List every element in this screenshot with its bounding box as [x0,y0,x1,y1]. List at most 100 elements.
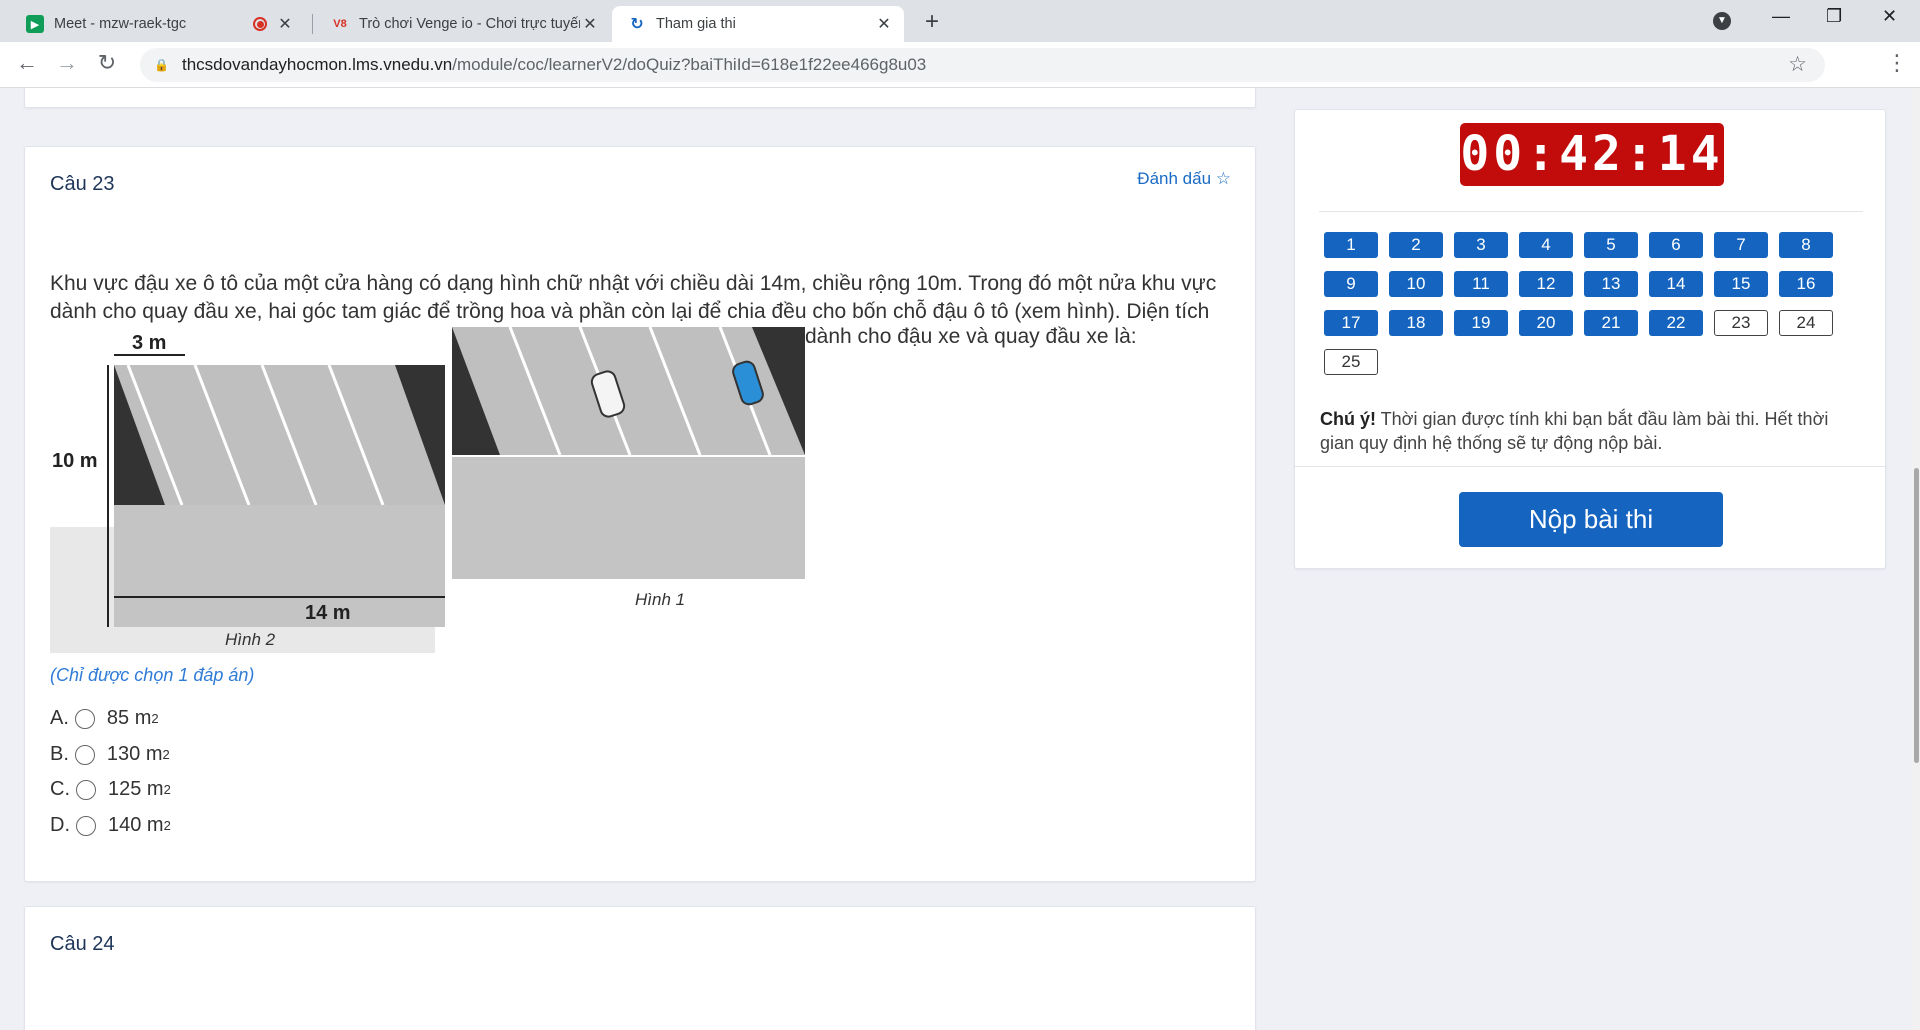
minimize-icon[interactable]: — [1772,6,1790,27]
exam-sidebar: 00:42:14 1 2 3 4 5 6 7 8 9 10 11 12 13 14 15 16 17 18 19 20… [1294,109,1887,569]
notice-label: Chú ý! [1320,409,1376,429]
browser-menu-icon[interactable]: ⋮ [1886,50,1908,76]
question-nav-button[interactable]: 23 [1714,310,1768,336]
question-text-part-1: Khu vực đậu xe ô tô của một cửa hàng có … [50,272,1217,323]
option-a[interactable]: A. 85 m2 [50,707,159,730]
question-nav-button[interactable]: 16 [1779,271,1833,297]
back-icon[interactable]: ← [12,50,42,76]
close-icon[interactable]: ✕ [874,14,894,34]
question-nav-button[interactable]: 21 [1584,310,1638,336]
figure-caption-2: Hình 2 [225,630,276,649]
question-text-part-2: dành cho đậu xe và quay đầu xe là: [805,325,1137,348]
question-nav-button[interactable]: 10 [1389,271,1443,297]
question-nav-button[interactable]: 20 [1519,310,1573,336]
scrollbar-thumb[interactable] [1914,468,1919,763]
question-nav-button[interactable]: 25 [1324,349,1378,375]
countdown-timer: 00:42:14 [1460,123,1724,186]
option-letter: D. [50,814,70,836]
submit-exam-button[interactable]: Nộp bài thi [1459,492,1723,547]
question-nav-button[interactable]: 17 [1324,310,1378,336]
option-value: 125 m [108,778,164,800]
tab-title: Tham gia thi [656,16,736,32]
previous-question-card [24,88,1256,108]
forward-icon[interactable]: → [52,50,82,76]
answer-hint: (Chỉ được chọn 1 đáp án) [50,665,255,685]
tab-title: Meet - mzw-raek-tgc [54,16,187,32]
divider [1319,211,1863,212]
question-nav-button[interactable]: 9 [1324,271,1378,297]
question-card: Câu 23 Đánh dấu ☆ Khu vực đậu xe ô tô củ… [24,146,1256,882]
option-c[interactable]: C. 125 m2 [50,778,171,801]
question-nav-button[interactable]: 8 [1779,232,1833,258]
question-nav-button[interactable]: 3 [1454,232,1508,258]
new-tab-button[interactable]: + [925,8,939,36]
question-nav-button[interactable]: 7 [1714,232,1768,258]
question-card: Câu 24 [24,906,1256,1030]
option-letter: B. [50,743,69,765]
question-title: Câu 23 [50,173,115,195]
tab-bar: ▶ Meet - mzw-raek-tgc ✕ V8 Trò chơi Veng… [0,0,1920,42]
question-text: Khu vực đậu xe ô tô của một cửa hàng có … [50,270,1230,326]
notice-text: Thời gian được tính khi bạn bắt đầu làm … [1320,409,1829,453]
address-bar[interactable]: 🔒 thcsdovandayhocmon.lms.vnedu.vn/module… [140,48,1825,82]
question-nav-button[interactable]: 1 [1324,232,1378,258]
question-nav-button[interactable]: 14 [1649,271,1703,297]
figure-label-height: 10 m [52,450,98,472]
option-exponent: 2 [163,782,171,797]
vnedu-icon: ↻ [630,16,644,33]
tab-meet[interactable]: ▶ Meet - mzw-raek-tgc ✕ [10,6,305,42]
recording-icon [253,17,267,31]
time-notice: Chú ý! Thời gian được tính khi bạn bắt đ… [1320,407,1860,455]
url-path: /module/coc/learnerV2/doQuiz?baiThiId=61… [452,55,927,74]
tab-title: Trò chơi Venge io - Chơi trực tuyến [359,16,580,32]
meet-icon: ▶ [26,15,44,33]
lock-icon: 🔒 [154,58,169,72]
url-host: thcsdovandayhocmon.lms.vnedu.vn [182,55,453,74]
option-exponent: 2 [163,818,171,833]
option-exponent: 2 [162,747,170,762]
option-value: 140 m [108,814,164,836]
question-nav-button[interactable]: 24 [1779,310,1833,336]
option-b-radio[interactable] [74,744,95,765]
bookmark-star-icon[interactable]: ☆ [1788,52,1807,77]
window-close-icon[interactable]: ✕ [1882,6,1897,27]
question-title: Câu 24 [50,933,115,955]
question-nav-button[interactable]: 6 [1649,232,1703,258]
option-d[interactable]: D. 140 m2 [50,814,171,837]
reload-icon[interactable]: ↻ [92,50,122,76]
question-nav-button[interactable]: 2 [1389,232,1443,258]
downloads-icon[interactable]: ▼ [1713,12,1731,30]
question-nav-button[interactable]: 18 [1389,310,1443,336]
option-letter: C. [50,778,70,800]
option-value: 130 m [106,743,163,765]
parking-figure: 3 m 10 m 14 m Hình 2 Hình 1 [50,327,805,653]
question-nav-button[interactable]: 19 [1454,310,1508,336]
tab-separator [312,14,313,34]
tab-venge[interactable]: V8 Trò chơi Venge io - Chơi trực tuyến ✕ [315,6,610,42]
close-icon[interactable]: ✕ [275,14,295,34]
question-nav-button[interactable]: 15 [1714,271,1768,297]
restore-icon[interactable]: ❐ [1826,6,1842,27]
venge-icon: V8 [333,18,347,30]
question-nav-button[interactable]: 11 [1454,271,1508,297]
option-c-radio[interactable] [76,779,96,800]
close-icon[interactable]: ✕ [580,14,600,34]
page-content: Câu 23 Đánh dấu ☆ Khu vực đậu xe ô tô củ… [0,88,1920,1030]
divider [1295,466,1887,467]
question-nav-button[interactable]: 22 [1649,310,1703,336]
option-exponent: 2 [151,711,159,726]
question-nav-button[interactable]: 13 [1584,271,1638,297]
figure-label-length: 14 m [305,602,351,624]
browser-toolbar: ← → ↻ 🔒 thcsdovandayhocmon.lms.vnedu.vn /… [0,42,1920,88]
option-value: 85 m [106,707,152,729]
option-b[interactable]: B. 130 m2 [50,743,170,766]
option-d-radio[interactable] [76,815,96,836]
option-a-radio[interactable] [74,708,95,729]
figure-caption-1: Hình 1 [635,590,685,609]
bookmark-question-link[interactable]: Đánh dấu ☆ [1137,169,1231,189]
tab-tham-gia-thi[interactable]: ↻ Tham gia thi ✕ [612,6,904,42]
question-nav-button[interactable]: 4 [1519,232,1573,258]
question-nav-button[interactable]: 12 [1519,271,1573,297]
question-nav-button[interactable]: 5 [1584,232,1638,258]
option-letter: A. [50,707,69,729]
